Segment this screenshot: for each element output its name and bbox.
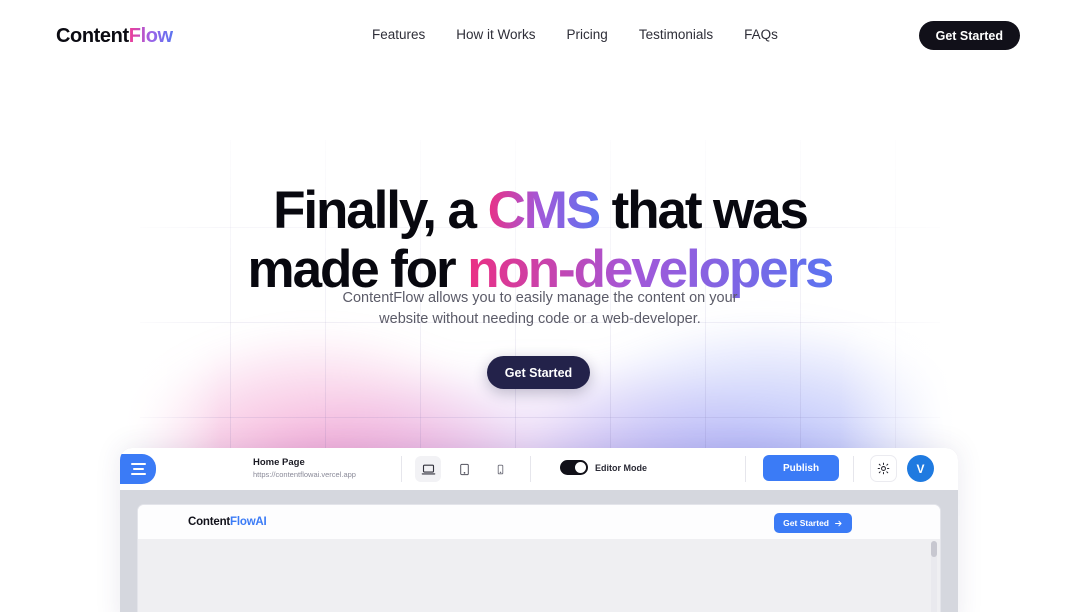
hero-subtitle: ContentFlow allows you to easily manage … xyxy=(0,288,1080,330)
phone-icon xyxy=(497,464,503,474)
device-switcher xyxy=(415,456,513,482)
headline-text-2: that was xyxy=(599,181,809,240)
theme-toggle-button[interactable] xyxy=(870,455,897,482)
preview-navbar: ContentFlowAI Get Started xyxy=(138,505,940,539)
nav-item-how-it-works[interactable]: How it Works xyxy=(456,27,535,42)
publish-button[interactable]: Publish xyxy=(763,455,839,481)
hamburger-menu-icon[interactable] xyxy=(120,454,156,484)
main-navigation: Features How it Works Pricing Testimonia… xyxy=(372,27,778,42)
device-button-desktop[interactable] xyxy=(415,456,441,482)
logo-text-accent: Flow xyxy=(128,24,173,47)
toggle-knob xyxy=(575,462,586,473)
nav-item-features[interactable]: Features xyxy=(372,27,425,42)
nav-item-testimonials[interactable]: Testimonials xyxy=(639,27,713,42)
device-button-mobile[interactable] xyxy=(487,456,513,482)
site-header: ContentFlow Features How it Works Pricin… xyxy=(0,0,1080,72)
arrow-right-icon xyxy=(835,520,842,526)
page-title: Finally, a CMS that was made for non-dev… xyxy=(0,184,1080,296)
preview-content-area xyxy=(138,539,940,612)
page-url-label: https://contentflowai.vercel.app xyxy=(253,470,356,479)
toolbar-divider-1 xyxy=(401,456,402,482)
logo-text-primary: Content xyxy=(56,24,129,47)
toolbar-divider-4 xyxy=(853,456,854,482)
editor-mode-toggle[interactable]: Editor Mode xyxy=(560,460,647,475)
app-mockup: Home Page https://contentflowai.vercel.a… xyxy=(120,448,958,612)
editor-toolbar: Home Page https://contentflowai.vercel.a… xyxy=(120,448,958,490)
preview-scrollbar[interactable] xyxy=(931,541,937,612)
nav-item-pricing[interactable]: Pricing xyxy=(567,27,608,42)
scrollbar-thumb[interactable] xyxy=(931,541,937,557)
preview-logo[interactable]: ContentFlowAI xyxy=(188,516,267,528)
hero-get-started-button[interactable]: Get Started xyxy=(487,356,590,389)
sun-icon xyxy=(877,462,890,475)
header-get-started-button[interactable]: Get Started xyxy=(918,21,1020,50)
page-name-label: Home Page xyxy=(253,457,305,468)
subtitle-line-2: website without needing code or a web-de… xyxy=(379,311,701,327)
preview-logo-accent: FlowAI xyxy=(230,516,267,528)
site-preview: ContentFlowAI Get Started xyxy=(137,504,941,612)
preview-get-started-button[interactable]: Get Started xyxy=(774,513,852,533)
user-avatar[interactable]: V xyxy=(907,455,934,482)
landing-page: ContentFlow Features How it Works Pricin… xyxy=(0,0,1080,612)
tablet-icon xyxy=(459,463,469,475)
preview-logo-primary: Content xyxy=(188,516,231,528)
toggle-switch[interactable] xyxy=(560,460,588,475)
nav-item-faqs[interactable]: FAQs xyxy=(744,27,778,42)
subtitle-line-1: ContentFlow allows you to easily manage … xyxy=(342,290,738,306)
toolbar-divider-3 xyxy=(745,456,746,482)
headline-accent-cms: CMS xyxy=(487,181,602,240)
site-logo[interactable]: ContentFlow xyxy=(56,25,173,48)
toolbar-divider-2 xyxy=(530,456,531,482)
headline-text-1: Finally, a xyxy=(273,181,488,240)
laptop-icon xyxy=(421,464,435,474)
editor-mode-label: Editor Mode xyxy=(595,462,647,473)
device-button-tablet[interactable] xyxy=(451,456,477,482)
page-info[interactable]: Home Page https://contentflowai.vercel.a… xyxy=(253,456,393,480)
preview-cta-label: Get Started xyxy=(783,518,829,528)
